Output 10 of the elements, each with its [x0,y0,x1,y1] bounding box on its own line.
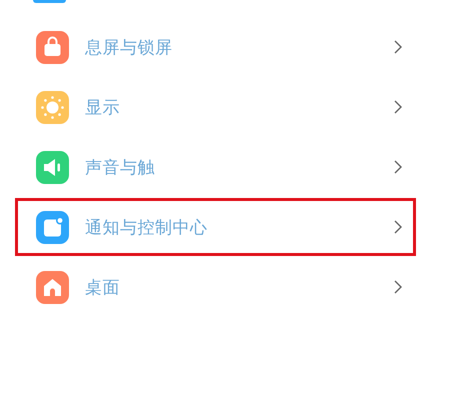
chevron-right-icon [393,39,403,55]
chevron-right-icon [393,99,403,115]
settings-item-highlight[interactable]: 通知与控制中心 [15,198,416,256]
settings-item[interactable]: 显示 [15,78,416,136]
settings-item[interactable]: 声音与触 [15,138,416,196]
chevron-right-icon [393,219,403,235]
chevron-right-icon [393,159,403,175]
settings-item[interactable]: 桌面 [15,258,416,316]
settings-item[interactable]: 息屏与锁屏 [15,18,416,76]
chevron-right-icon [393,279,403,295]
